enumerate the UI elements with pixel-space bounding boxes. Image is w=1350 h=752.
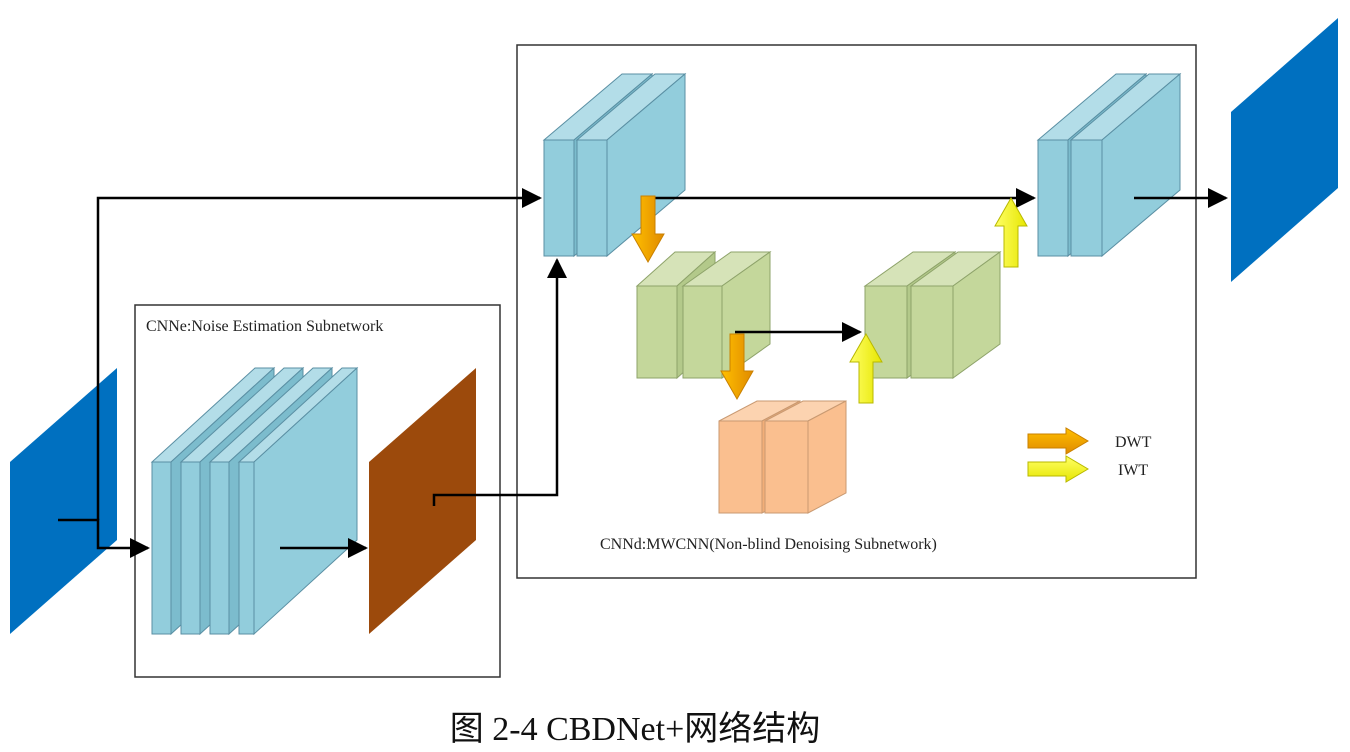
legend-iwt-label: IWT bbox=[1118, 462, 1148, 479]
noise-estimation-label: CNNe:Noise Estimation Subnetwork bbox=[146, 318, 383, 335]
output-image bbox=[1231, 18, 1338, 282]
legend-dwt-icon bbox=[1027, 427, 1089, 455]
noise-estimation-layers bbox=[150, 366, 359, 636]
cnnd-bottleneck bbox=[718, 400, 847, 514]
input-image bbox=[10, 368, 117, 634]
cnnd-decoder-top bbox=[1036, 72, 1182, 258]
cnnd-decoder-middle bbox=[863, 251, 1002, 379]
legend: DWT IWT bbox=[1027, 427, 1152, 483]
cnnd-encoder-top bbox=[542, 72, 687, 258]
figure-caption: 图 2-4 CBDNet+网络结构 bbox=[450, 710, 821, 748]
cbdnet-diagram: DWT IWT CNNe:Noise Estimation Subnetwork… bbox=[10, 18, 1338, 748]
cnnd-encoder-middle bbox=[635, 250, 772, 380]
legend-dwt-label: DWT bbox=[1115, 434, 1152, 451]
legend-iwt-icon bbox=[1027, 455, 1089, 483]
denoising-label: CNNd:MWCNN(Non-blind Denoising Subnetwor… bbox=[600, 536, 937, 553]
noise-map bbox=[369, 368, 476, 634]
